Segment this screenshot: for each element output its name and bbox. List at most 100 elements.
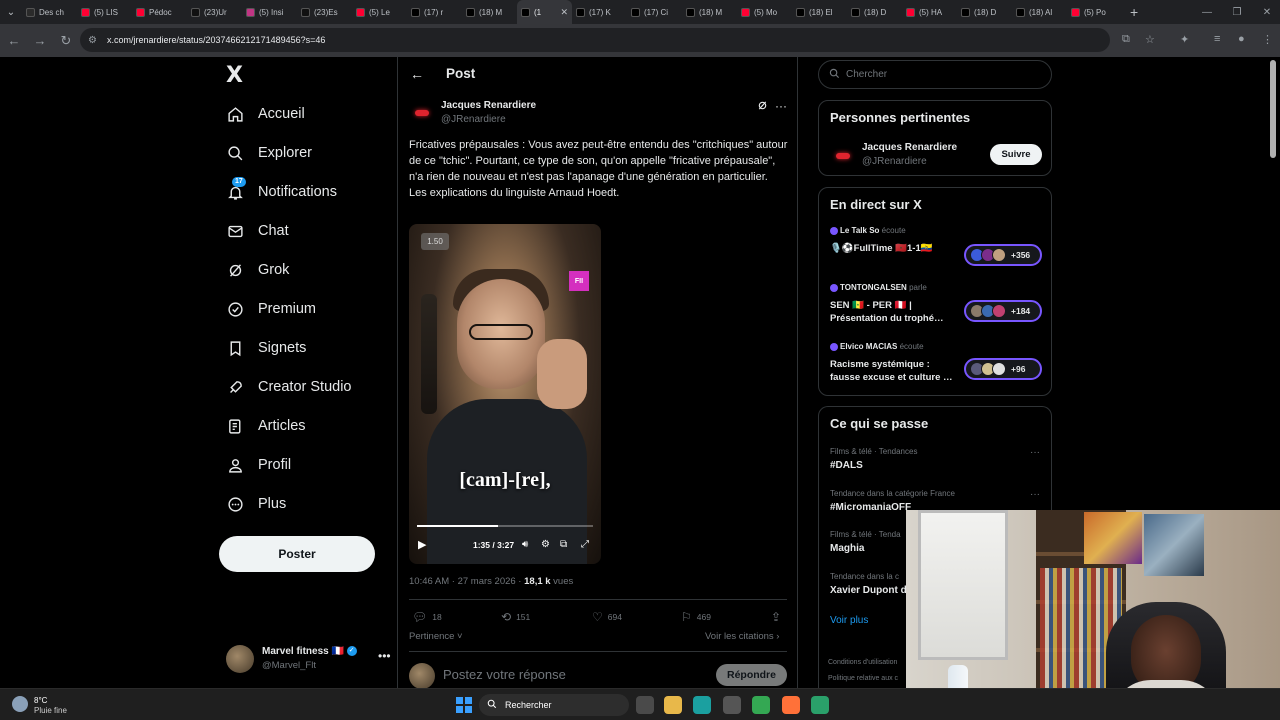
more-icon[interactable]: ··· (1030, 489, 1040, 500)
address-bar[interactable]: ⚙ x.com/jrenardiere/status/2037466212171… (80, 28, 1110, 52)
new-tab-button[interactable]: + (1130, 4, 1138, 20)
taskbar-app-app-icon[interactable] (811, 696, 829, 714)
account-switcher[interactable]: Marvel fitness 🇫🇷 ✓ @Marvel_Flt ••• (226, 643, 391, 675)
browser-tab[interactable]: (18) D (847, 0, 902, 24)
playback-speed-badge[interactable]: 1.50 (421, 233, 449, 250)
back-icon[interactable]: ← (2, 29, 26, 53)
browser-tab[interactable]: (17) K (572, 0, 627, 24)
space-listeners-pill[interactable]: +184 (964, 300, 1042, 322)
search-input[interactable]: Chercher (818, 60, 1052, 89)
close-tab-icon[interactable]: ✕ (560, 7, 568, 18)
avatar[interactable] (832, 145, 854, 167)
back-arrow-icon[interactable]: ← (410, 66, 424, 82)
video-progress-bar[interactable] (417, 525, 593, 527)
browser-tab[interactable]: (17) Ci (627, 0, 682, 24)
nav-item-explorer[interactable]: Explorer (226, 138, 312, 168)
browser-tab[interactable]: (5) Po (1067, 0, 1122, 24)
trend-item[interactable]: Films & télé · Tendances #DALS ··· (830, 447, 1045, 481)
live-space-item[interactable]: Elvico MACIAS écoute Racisme systémique :… (830, 342, 1045, 390)
nav-item-articles[interactable]: Articles (226, 411, 306, 441)
reply-button[interactable]: Répondre (716, 664, 787, 686)
browser-tab[interactable]: (5) LIS (77, 0, 132, 24)
space-listeners-pill[interactable]: +356 (964, 244, 1042, 266)
chrome-menu-icon[interactable]: ⋮ (1262, 33, 1273, 46)
author-avatar[interactable] (410, 101, 434, 125)
more-icon[interactable]: ••• (378, 649, 391, 663)
x-logo-icon[interactable]: X (226, 63, 243, 88)
footer-link[interactable]: Politique relative aux c (828, 671, 898, 687)
taskbar-app-store-icon[interactable] (723, 696, 741, 714)
footer-link[interactable]: Conditions d'utilisation (828, 655, 898, 671)
install-icon[interactable]: ⧉ (1122, 33, 1130, 46)
profile-icon[interactable]: ● (1238, 33, 1245, 45)
reading-list-icon[interactable]: ≡ (1214, 33, 1220, 45)
forward-icon[interactable]: → (28, 29, 52, 53)
site-info-icon[interactable]: ⚙ (88, 35, 97, 46)
browser-tab[interactable]: (18) M (462, 0, 517, 24)
browser-tab[interactable]: (23)Es (297, 0, 352, 24)
nav-item-profil[interactable]: Profil (226, 450, 291, 480)
reload-icon[interactable]: ↻ (54, 29, 78, 53)
nav-item-creator-studio[interactable]: Creator Studio (226, 372, 352, 402)
space-listeners-pill[interactable]: +96 (964, 358, 1042, 380)
post-timestamp[interactable]: 10:46 AM · 27 mars 2026 · (409, 576, 524, 587)
browser-tab[interactable]: (17) r (407, 0, 462, 24)
nav-item-premium[interactable]: Premium (226, 294, 316, 324)
browser-tab[interactable]: (1 ✕ (517, 0, 572, 24)
post-button[interactable]: Poster (219, 536, 375, 572)
browser-tab[interactable]: (18) M (682, 0, 737, 24)
volume-icon[interactable]: 🔊︎ (522, 539, 528, 550)
nav-item-plus[interactable]: Plus (226, 489, 286, 519)
close-window-icon[interactable]: ✕ (1256, 0, 1278, 24)
browser-tab[interactable]: (5) Mo (737, 0, 792, 24)
tab-search-icon[interactable]: ⌄ (0, 0, 22, 24)
share-action[interactable]: ⇪ (771, 610, 781, 624)
browser-tab[interactable]: (18) Al (1012, 0, 1067, 24)
like-action[interactable]: ♡ 694 (592, 610, 622, 624)
nav-item-notifications[interactable]: 17 Notifications (226, 177, 337, 207)
live-space-item[interactable]: Le Talk So écoute 🎙️⚽FullTime 🇲🇦1-1🇪🇨 +356 (830, 226, 1045, 274)
browser-tab[interactable]: (18) D (957, 0, 1012, 24)
extensions-icon[interactable]: ✦ (1180, 33, 1189, 46)
reply-action[interactable]: 💬︎ 18 (412, 610, 442, 624)
sort-dropdown[interactable]: Pertinence ˅ (409, 631, 463, 642)
minimize-icon[interactable]: — (1196, 0, 1218, 24)
taskbar-app-edge-icon[interactable] (693, 696, 711, 714)
play-icon[interactable]: ▶ (418, 538, 426, 551)
taskbar-app-task-view-icon[interactable] (636, 696, 654, 714)
bookmark-action[interactable]: ⚐ 469 (681, 610, 711, 624)
browser-tab[interactable]: (5) HA (902, 0, 957, 24)
taskbar-app-chrome-icon[interactable] (752, 696, 770, 714)
more-icon[interactable]: ··· (775, 99, 787, 113)
settings-icon[interactable]: ⚙ (541, 539, 550, 550)
browser-tab[interactable]: (18) El (792, 0, 847, 24)
browser-tab[interactable]: (5) Insi (242, 0, 297, 24)
nav-item-chat[interactable]: Chat (226, 216, 289, 246)
bookmark-star-icon[interactable]: ☆ (1145, 33, 1155, 46)
maximize-icon[interactable]: ❐ (1226, 0, 1248, 24)
weather-widget[interactable]: 8°C Pluie fine (12, 693, 92, 717)
browser-tab[interactable]: Pédoc (132, 0, 187, 24)
browser-tab[interactable]: (5) Le (352, 0, 407, 24)
nav-item-signets[interactable]: Signets (226, 333, 306, 363)
fullscreen-icon[interactable]: ⤢ (581, 539, 589, 550)
browser-tab[interactable]: (23)Ur (187, 0, 242, 24)
video-player[interactable]: 1.50 FII [cam]-[re], ▶ 1:35 / 3:27 🔊︎ ⚙ … (409, 224, 601, 564)
follow-button[interactable]: Suivre (990, 144, 1042, 165)
relevant-name[interactable]: Jacques Renardiere (862, 142, 957, 153)
view-quotes-link[interactable]: Voir les citations › (705, 631, 779, 642)
author-name[interactable]: Jacques Renardiere (441, 100, 536, 111)
author-handle[interactable]: @JRenardiere (441, 114, 506, 125)
pip-icon[interactable]: ⧉ (560, 539, 567, 550)
grok-explain-icon[interactable] (757, 100, 768, 114)
taskbar-search[interactable]: Rechercher (479, 694, 629, 716)
live-space-item[interactable]: TONTONGALSEN parle SEN 🇸🇳 - PER 🇵🇪 | Prés… (830, 283, 1045, 331)
page-scrollbar[interactable] (1270, 60, 1276, 158)
taskbar-app-firefox-icon[interactable] (782, 696, 800, 714)
relevant-handle[interactable]: @JRenardiere (862, 156, 927, 167)
repost-action[interactable]: ⟲ 151 (501, 610, 530, 624)
nav-item-accueil[interactable]: Accueil (226, 99, 305, 129)
windows-start-icon[interactable] (456, 697, 472, 713)
nav-item-grok[interactable]: Grok (226, 255, 289, 285)
more-icon[interactable]: ··· (1030, 447, 1040, 458)
